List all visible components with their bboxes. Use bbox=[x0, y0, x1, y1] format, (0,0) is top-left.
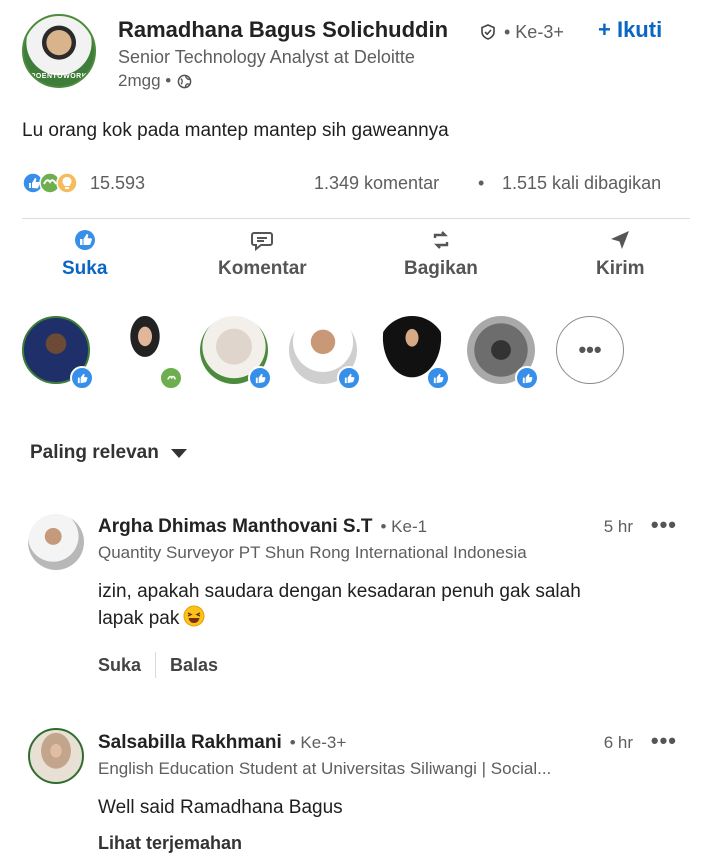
globe-icon bbox=[177, 74, 192, 88]
like-icon bbox=[74, 230, 95, 250]
comment-more-button[interactable]: ••• bbox=[651, 512, 677, 538]
reactor-avatar[interactable] bbox=[467, 316, 539, 390]
sort-label: Paling relevan bbox=[30, 442, 159, 463]
stats-separator: • bbox=[478, 173, 485, 193]
repost-label: Bagikan bbox=[404, 258, 478, 279]
celebrate-badge-icon bbox=[159, 366, 183, 390]
repost-action[interactable]: Bagikan bbox=[404, 228, 478, 280]
sort-dropdown[interactable]: Paling relevan bbox=[30, 442, 187, 464]
like-badge-icon bbox=[337, 366, 361, 390]
comment-label: Komentar bbox=[218, 258, 307, 279]
reaction-icons[interactable] bbox=[22, 172, 82, 194]
like-badge-icon bbox=[248, 366, 272, 390]
comment-like-button[interactable]: Suka bbox=[98, 655, 141, 676]
commenter-degree: • Ke-3+ bbox=[289, 733, 347, 752]
like-badge-icon bbox=[515, 366, 539, 390]
verified-icon bbox=[481, 24, 495, 40]
comment-more-button[interactable]: ••• bbox=[651, 728, 677, 754]
divider bbox=[155, 652, 157, 678]
post-time: 2mgg • bbox=[118, 71, 172, 90]
laughing-face-icon bbox=[183, 605, 205, 627]
reactor-avatar[interactable] bbox=[200, 316, 272, 390]
follow-button[interactable]: + Ikuti bbox=[598, 17, 662, 43]
comment-action[interactable]: Komentar bbox=[218, 228, 307, 280]
repost-icon bbox=[433, 231, 449, 249]
comment-icon bbox=[251, 232, 274, 252]
reactors-row: ••• bbox=[0, 314, 707, 394]
comment-count[interactable]: 1.349 komentar bbox=[314, 173, 439, 194]
comment-actions: Suka Balas bbox=[98, 652, 218, 678]
author-avatar[interactable]: POENTOWORK bbox=[22, 14, 96, 88]
commenter-avatar[interactable] bbox=[28, 514, 84, 570]
comment-body: Well said Ramadhana Bagus bbox=[98, 797, 343, 818]
reactor-avatar[interactable] bbox=[22, 316, 94, 390]
post-header: POENTOWORK Ramadhana Bagus Solichuddin •… bbox=[0, 0, 707, 110]
post-meta: 2mgg • bbox=[118, 71, 192, 91]
like-badge-icon bbox=[70, 366, 94, 390]
reactor-avatar[interactable] bbox=[289, 316, 361, 390]
commenter-headline: English Education Student at Universitas… bbox=[98, 759, 552, 778]
send-action[interactable]: Kirim bbox=[596, 228, 645, 280]
reactor-avatar[interactable] bbox=[111, 316, 183, 390]
avatar-ring-text: POENTOWORK bbox=[30, 73, 88, 80]
commenter-name[interactable]: Salsabilla Rakhmani • Ke-3+ bbox=[98, 732, 346, 754]
comment-item: Salsabilla Rakhmani • Ke-3+ 6 hr ••• Engl… bbox=[0, 728, 707, 865]
commenter-headline: Quantity Surveyor PT Shun Rong Internati… bbox=[98, 543, 527, 562]
commenter-degree: • Ke-1 bbox=[380, 517, 428, 536]
see-translation-link[interactable]: Lihat terjemahan bbox=[98, 833, 242, 854]
reactor-avatar[interactable] bbox=[378, 316, 450, 390]
commenter-avatar[interactable] bbox=[28, 728, 84, 784]
more-reactors-button[interactable]: ••• bbox=[556, 316, 624, 384]
like-label: Suka bbox=[62, 258, 108, 279]
post-text: Lu orang kok pada mantep mantep sih gawe… bbox=[22, 120, 449, 141]
stats-row: 15.593 1.349 komentar • 1.515 kali dibag… bbox=[22, 170, 690, 198]
author-degree: • Ke-3+ bbox=[504, 22, 564, 42]
comment-reply-button[interactable]: Balas bbox=[170, 655, 218, 676]
comment-body: izin, apakah saudara dengan kesadaran pe… bbox=[98, 581, 581, 629]
comment-item: Argha Dhimas Manthovani S.T • Ke-1 5 hr •… bbox=[0, 512, 707, 686]
author-name[interactable]: Ramadhana Bagus Solichuddin bbox=[118, 17, 448, 43]
caret-down-icon bbox=[170, 448, 187, 458]
author-headline: Senior Technology Analyst at Deloitte bbox=[118, 47, 415, 67]
send-icon bbox=[611, 231, 630, 249]
like-action[interactable]: Suka bbox=[62, 228, 107, 280]
divider bbox=[22, 218, 690, 219]
send-label: Kirim bbox=[596, 258, 645, 279]
reaction-count[interactable]: 15.593 bbox=[90, 173, 145, 194]
share-count[interactable]: 1.515 kali dibagikan bbox=[502, 173, 661, 194]
like-badge-icon bbox=[426, 366, 450, 390]
comment-time: 5 hr bbox=[603, 517, 633, 536]
comment-time: 6 hr bbox=[603, 733, 633, 752]
action-bar: Suka Komentar Bagikan Kirim bbox=[0, 228, 707, 290]
commenter-name[interactable]: Argha Dhimas Manthovani S.T • Ke-1 bbox=[98, 516, 427, 538]
